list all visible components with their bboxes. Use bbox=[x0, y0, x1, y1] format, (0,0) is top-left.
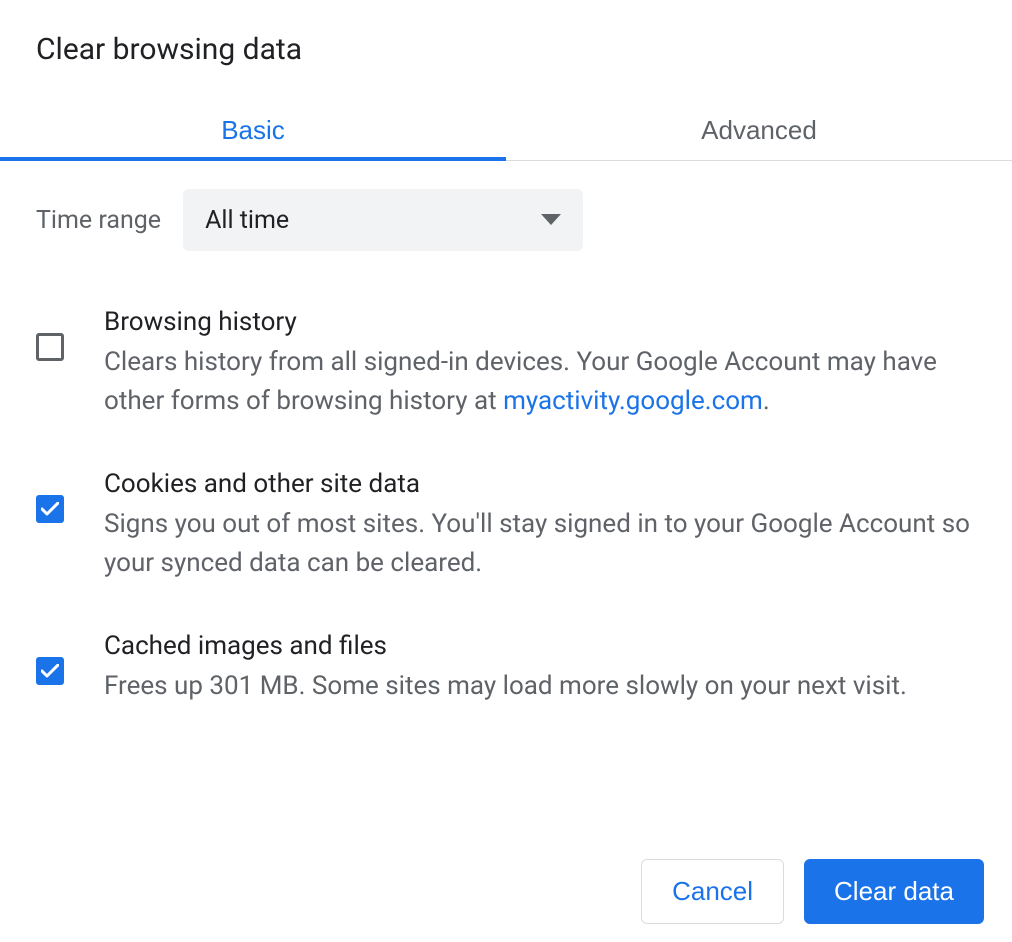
cancel-button[interactable]: Cancel bbox=[641, 859, 784, 924]
time-range-label: Time range bbox=[36, 206, 161, 235]
option-desc-post: . bbox=[763, 386, 770, 416]
check-icon bbox=[41, 664, 59, 678]
option-cookies: Cookies and other site data Signs you ou… bbox=[36, 469, 976, 583]
option-desc: Frees up 301 MB. Some sites may load mor… bbox=[104, 667, 976, 706]
checkbox-cached[interactable] bbox=[36, 657, 64, 685]
option-title: Browsing history bbox=[104, 307, 976, 337]
tab-basic[interactable]: Basic bbox=[0, 115, 506, 160]
option-desc-pre: Signs you out of most sites. You'll stay… bbox=[104, 509, 970, 578]
tab-advanced[interactable]: Advanced bbox=[506, 115, 1012, 160]
dialog-footer: Cancel Clear data bbox=[641, 859, 984, 924]
myactivity-link[interactable]: myactivity.google.com bbox=[503, 386, 763, 416]
option-cached: Cached images and files Frees up 301 MB.… bbox=[36, 631, 976, 706]
time-range-select[interactable]: All time bbox=[183, 189, 583, 251]
option-title: Cached images and files bbox=[104, 631, 976, 661]
option-desc: Signs you out of most sites. You'll stay… bbox=[104, 505, 976, 583]
time-range-value: All time bbox=[205, 206, 289, 235]
option-desc: Clears history from all signed-in device… bbox=[104, 343, 976, 421]
tabs: Basic Advanced bbox=[0, 115, 1012, 161]
check-icon bbox=[41, 502, 59, 516]
option-desc-pre: Frees up 301 MB. Some sites may load mor… bbox=[104, 671, 907, 701]
checkbox-browsing-history[interactable] bbox=[36, 333, 64, 361]
option-text: Browsing history Clears history from all… bbox=[104, 307, 976, 421]
checkbox-cookies[interactable] bbox=[36, 495, 64, 523]
chevron-down-icon bbox=[541, 211, 561, 230]
option-text: Cookies and other site data Signs you ou… bbox=[104, 469, 976, 583]
option-text: Cached images and files Frees up 301 MB.… bbox=[104, 631, 976, 706]
clear-data-button[interactable]: Clear data bbox=[804, 859, 984, 924]
options-list: Browsing history Clears history from all… bbox=[36, 307, 976, 706]
option-browsing-history: Browsing history Clears history from all… bbox=[36, 307, 976, 421]
option-title: Cookies and other site data bbox=[104, 469, 976, 499]
dialog-title: Clear browsing data bbox=[0, 0, 1012, 67]
time-range-row: Time range All time bbox=[36, 189, 976, 251]
dialog-content: Time range All time Browsing history Cle… bbox=[0, 161, 1012, 706]
clear-browsing-data-dialog: Clear browsing data Basic Advanced Time … bbox=[0, 0, 1012, 706]
